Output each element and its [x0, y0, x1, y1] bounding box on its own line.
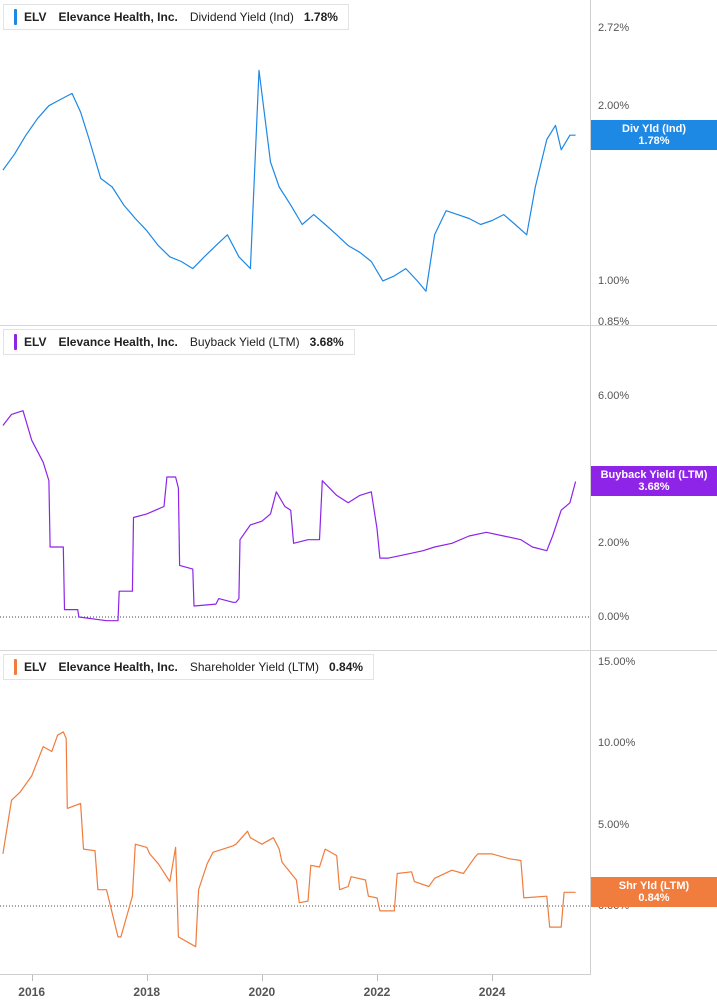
x-tick-label: 2020: [248, 985, 276, 999]
legend-swatch: [14, 9, 17, 25]
legend-value: 1.78%: [303, 10, 338, 24]
legend-metric: Dividend Yield (Ind): [189, 10, 294, 24]
x-tick-label: 2016: [18, 985, 46, 999]
value-tag: Div Yld (Ind) 1.78%: [591, 120, 717, 151]
x-tick-label: 2024: [478, 985, 506, 999]
x-tick-mark: [261, 975, 263, 981]
legend-box: ELV Elevance Health, Inc. Dividend Yield (…: [3, 4, 349, 30]
value-tag-label: Buyback Yield (LTM): [600, 469, 708, 482]
series-line: [2, 731, 576, 948]
plot-area: [0, 410, 590, 622]
y-tick-label: 6.00%: [598, 390, 630, 402]
x-tick-mark: [492, 975, 494, 981]
y-tick-label: 5.00%: [598, 818, 630, 831]
legend-swatch: [14, 334, 17, 350]
x-tick-label: 2022: [363, 985, 391, 999]
legend-ticker: ELV: [24, 335, 47, 349]
y-tick-label: 1.00%: [598, 274, 630, 287]
legend-metric: Buyback Yield (LTM): [189, 335, 300, 349]
value-tag: Shr Yld (LTM) 0.84%: [591, 877, 717, 908]
value-tag-value: 3.68%: [638, 481, 670, 494]
x-tick-label: 2018: [133, 985, 161, 999]
series-line: [2, 410, 577, 622]
chart-root: ELV Elevance Health, Inc. Dividend Yield (…: [0, 0, 717, 1005]
legend-company: Elevance Health, Inc.: [58, 660, 178, 674]
legend-company: Elevance Health, Inc.: [58, 10, 178, 24]
y-tick-label: 0.85%: [598, 316, 630, 328]
x-tick-mark: [146, 975, 148, 981]
value-tag-value: 1.78%: [638, 135, 670, 148]
value-tag-value: 0.84%: [638, 892, 670, 905]
legend-value: 0.84%: [329, 660, 364, 674]
y-tick-label: 0.00%: [598, 611, 630, 623]
value-tag: Buyback Yield (LTM) 3.68%: [591, 466, 717, 497]
legend-ticker: ELV: [24, 10, 47, 24]
value-tag-label: Shr Yld (LTM): [618, 880, 690, 893]
legend-box: ELV Elevance Health, Inc. Shareholder Yiel…: [3, 654, 375, 680]
y-tick-label: 2.72%: [598, 22, 630, 34]
legend-value: 3.68%: [309, 335, 344, 349]
legend-metric: Shareholder Yield (LTM): [189, 660, 320, 674]
legend-swatch: [14, 659, 17, 675]
x-tick-mark: [377, 975, 379, 981]
y-tick-label: 2.00%: [598, 99, 630, 112]
y-tick-label: 15.00%: [598, 656, 636, 668]
legend-company: Elevance Health, Inc.: [58, 335, 178, 349]
plot-area: [0, 731, 590, 948]
legend-ticker: ELV: [24, 660, 47, 674]
y-tick-label: 10.00%: [598, 737, 636, 750]
value-tag-label: Div Yld (Ind): [622, 123, 686, 136]
series-line: [2, 69, 576, 292]
y-tick-label: 2.00%: [598, 537, 630, 550]
plot-area: [2, 69, 576, 292]
legend-box: ELV Elevance Health, Inc. Buyback Yield (L…: [3, 329, 355, 355]
x-tick-mark: [31, 975, 33, 981]
